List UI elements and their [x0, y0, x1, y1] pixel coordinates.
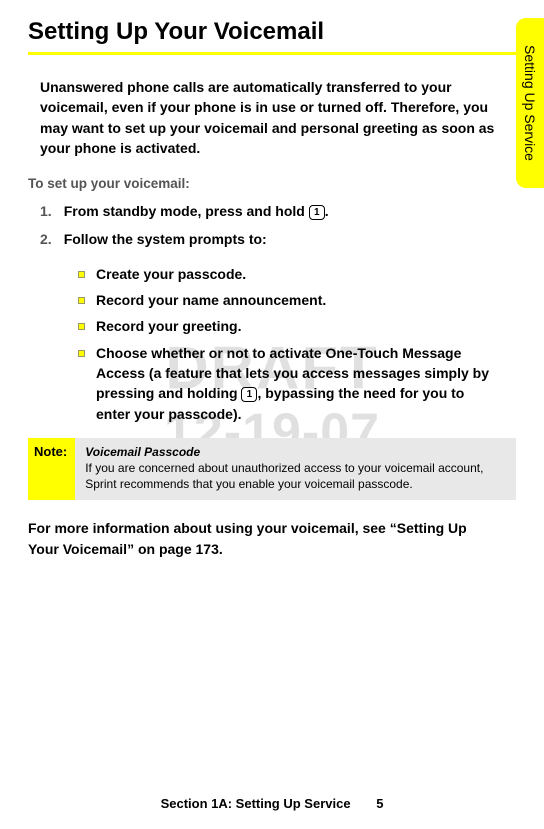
bullet-item: Choose whether or not to activate One-To…: [78, 343, 516, 424]
bullet-list: Create your passcode. Record your name a…: [28, 264, 516, 424]
step-body: From standby mode, press and hold 1.: [64, 201, 516, 221]
side-tab-label: Setting Up Service: [522, 45, 538, 161]
side-tab: Setting Up Service: [516, 18, 544, 188]
bullet-item: Record your name announcement.: [78, 290, 516, 310]
sub-heading: To set up your voicemail:: [28, 176, 516, 191]
page-container: Setting Up Service Setting Up Your Voice…: [0, 0, 544, 829]
note-label: Note:: [28, 438, 75, 501]
bullet-item: Create your passcode.: [78, 264, 516, 284]
step-text-after: .: [325, 203, 329, 219]
step-number: 2.: [40, 229, 52, 249]
footer-page-number: 5: [376, 796, 383, 811]
step-number: 1.: [40, 201, 52, 221]
step-text-before: From standby mode, press and hold: [64, 203, 309, 219]
page-title: Setting Up Your Voicemail: [28, 18, 516, 46]
note-box: Note: Voicemail Passcode If you are conc…: [28, 438, 516, 501]
steps-list: 1. From standby mode, press and hold 1. …: [28, 201, 516, 250]
key-1-icon: 1: [241, 387, 257, 402]
key-1-icon: 1: [309, 205, 325, 220]
note-title: Voicemail Passcode: [85, 444, 506, 460]
step-item: 1. From standby mode, press and hold 1.: [40, 201, 516, 221]
step-body: Follow the system prompts to:: [64, 229, 516, 249]
intro-paragraph: Unanswered phone calls are automatically…: [28, 77, 516, 158]
footer-section: Section 1A: Setting Up Service: [161, 796, 351, 811]
title-underline: [28, 52, 516, 55]
note-text: If you are concerned about unauthorized …: [85, 461, 483, 491]
step-item: 2. Follow the system prompts to:: [40, 229, 516, 249]
bullet-item: Record your greeting.: [78, 316, 516, 336]
closing-paragraph: For more information about using your vo…: [28, 518, 516, 559]
page-footer: Section 1A: Setting Up Service 5: [0, 796, 544, 811]
note-body: Voicemail Passcode If you are concerned …: [75, 438, 516, 501]
